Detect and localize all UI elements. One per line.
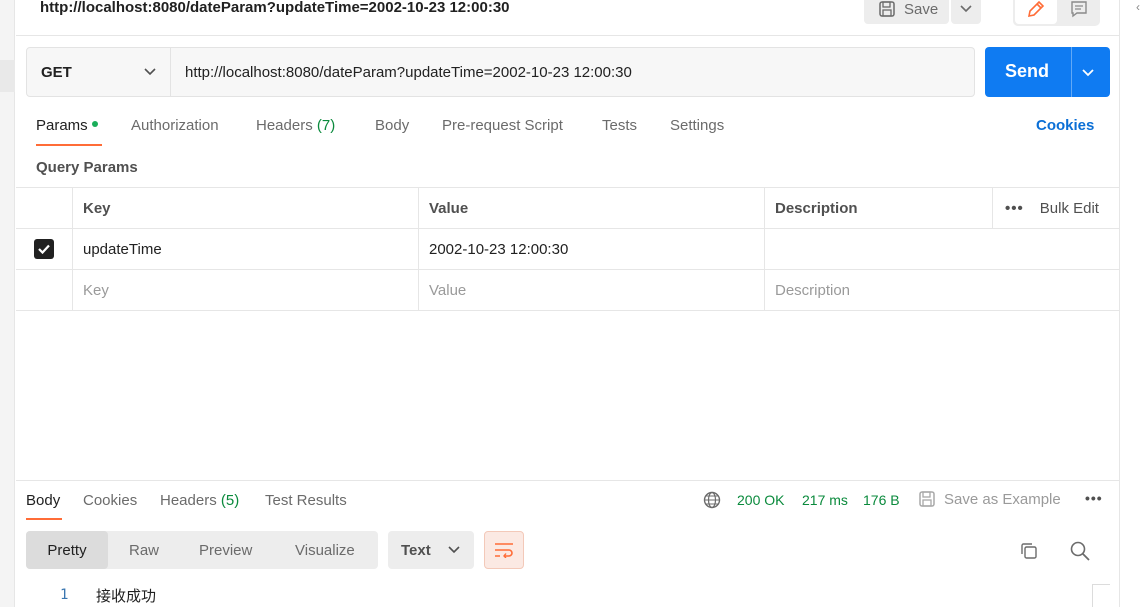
params-active-dot — [91, 121, 98, 128]
save-label: Save — [904, 0, 939, 18]
active-response-tab-indicator — [26, 518, 62, 520]
cookies-link[interactable]: Cookies — [1036, 117, 1094, 134]
new-key-input[interactable]: Key — [72, 270, 418, 310]
response-tab-test-results[interactable]: Test Results — [265, 492, 347, 509]
format-raw[interactable]: Raw — [129, 531, 159, 569]
wrap-lines-button[interactable] — [484, 531, 524, 569]
tab-headers[interactable]: Headers (7) — [256, 117, 335, 134]
header-check-cell — [16, 188, 72, 228]
format-preview[interactable]: Preview — [199, 531, 252, 569]
check-icon — [38, 244, 50, 255]
bulk-edit-area: ••• Bulk Edit — [992, 188, 1119, 228]
scrollbar[interactable] — [1092, 584, 1110, 607]
more-options-icon[interactable]: ••• — [1085, 490, 1103, 506]
send-button[interactable]: Send — [985, 47, 1110, 97]
tab-settings[interactable]: Settings — [670, 117, 724, 134]
chevron-down-icon — [144, 68, 156, 76]
method-select[interactable]: GET — [26, 47, 171, 97]
sidebar-selected-item[interactable] — [0, 60, 15, 92]
save-dropdown-button[interactable] — [951, 0, 981, 24]
response-type-label: Text — [401, 541, 431, 559]
globe-icon[interactable] — [702, 490, 722, 513]
tab-pre-request-script[interactable]: Pre-request Script — [442, 117, 563, 134]
tab-label: Headers — [256, 117, 313, 134]
param-enabled-checkbox[interactable] — [34, 239, 54, 259]
bulk-edit-link[interactable]: Bulk Edit — [1040, 200, 1099, 217]
column-header-description: Description — [764, 188, 992, 228]
url-input[interactable]: http://localhost:8080/dateParam?updateTi… — [171, 47, 975, 97]
wrap-lines-icon — [495, 543, 513, 558]
tab-body[interactable]: Body — [375, 117, 409, 134]
active-tab-indicator — [36, 144, 102, 146]
response-type-select[interactable]: Text — [388, 531, 474, 569]
request-workspace: http://localhost:8080/dateParam?updateTi… — [16, 0, 1119, 607]
tab-label: Params — [36, 117, 88, 134]
format-visualize[interactable]: Visualize — [295, 531, 355, 569]
response-time[interactable]: 217 ms — [802, 492, 848, 508]
request-title[interactable]: http://localhost:8080/dateParam?updateTi… — [40, 0, 510, 16]
edit-mode-button[interactable] — [1015, 0, 1057, 24]
method-label: GET — [41, 63, 72, 81]
param-key-cell[interactable]: updateTime — [72, 229, 418, 269]
response-body-line: 1 接收成功 — [16, 584, 1119, 606]
more-options-icon[interactable]: ••• — [1005, 200, 1024, 217]
column-header-key: Key — [72, 188, 418, 228]
chevron-down-icon — [960, 5, 972, 13]
new-description-input[interactable]: Description — [764, 270, 1119, 310]
new-value-input[interactable]: Value — [418, 270, 764, 310]
query-params-title: Query Params — [36, 159, 138, 176]
copy-icon[interactable] — [1019, 541, 1039, 566]
format-selector: Pretty Raw Preview Visualize — [26, 531, 378, 569]
response-headers-count: (5) — [220, 492, 240, 509]
response-divider[interactable] — [16, 480, 1119, 481]
send-divider — [1071, 47, 1072, 97]
line-number: 1 — [60, 587, 69, 603]
left-sidebar-strip — [0, 0, 15, 607]
status-code[interactable]: 200 OK — [737, 492, 784, 508]
row-check-cell — [16, 270, 72, 310]
response-tab-headers[interactable]: Headers (5) — [160, 492, 239, 509]
row-check-cell — [16, 229, 72, 269]
comment-mode-button[interactable] — [1059, 0, 1099, 24]
chevron-down-icon — [448, 546, 460, 554]
comment-icon — [1071, 1, 1087, 18]
view-mode-toggle — [1013, 0, 1100, 26]
response-tab-body[interactable]: Body — [26, 492, 60, 509]
save-button[interactable]: Save — [864, 0, 949, 24]
search-icon[interactable] — [1069, 540, 1091, 567]
param-value-cell[interactable]: 2002-10-23 12:00:30 — [418, 229, 764, 269]
tab-params[interactable]: Params — [36, 117, 98, 134]
headers-count: (7) — [316, 117, 336, 134]
tab-tests[interactable]: Tests — [602, 117, 637, 134]
table-row: updateTime 2002-10-23 12:00:30 — [16, 229, 1119, 270]
request-title-bar: http://localhost:8080/dateParam?updateTi… — [16, 0, 1119, 36]
tab-label: Headers — [160, 492, 217, 509]
table-row-empty: Key Value Description — [16, 270, 1119, 311]
response-tab-cookies[interactable]: Cookies — [83, 492, 137, 509]
param-description-cell[interactable] — [764, 229, 1119, 269]
pencil-icon — [1027, 0, 1045, 18]
format-pretty[interactable]: Pretty — [26, 531, 108, 569]
table-header-row: Key Value Description ••• Bulk Edit — [16, 187, 1119, 229]
send-label: Send — [1005, 61, 1050, 81]
chevron-down-icon[interactable] — [1081, 61, 1095, 83]
response-size[interactable]: 176 B — [863, 492, 900, 508]
right-panel-icon[interactable]: ‹ — [1136, 0, 1140, 14]
save-icon — [919, 491, 935, 507]
globe-svg — [703, 491, 721, 509]
column-header-value: Value — [418, 188, 764, 228]
save-as-example-button[interactable]: Save as Example — [918, 490, 1061, 508]
line-text[interactable]: 接收成功 — [96, 585, 156, 606]
tab-authorization[interactable]: Authorization — [131, 117, 219, 134]
save-as-example-label: Save as Example — [944, 490, 1061, 508]
right-sidebar-strip: ‹ — [1119, 0, 1143, 607]
save-icon — [879, 1, 895, 17]
